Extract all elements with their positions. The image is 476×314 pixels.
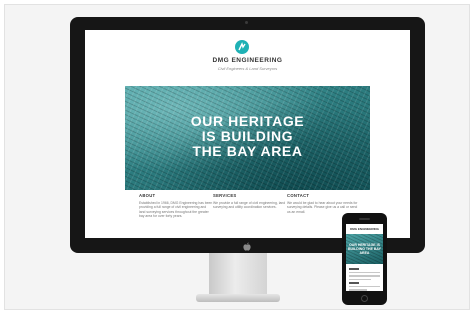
monitor-camera [245, 21, 248, 24]
phone-site-brand: DMG ENGINEERING [350, 227, 379, 231]
smartphone: DMG ENGINEERING OUR HERITAGE IS BUILDING… [342, 213, 387, 305]
phone-screen: DMG ENGINEERING OUR HERITAGE IS BUILDING… [346, 224, 383, 291]
apple-logo-icon [243, 242, 251, 251]
about-text: Established in 1966, DMG Engineering has… [139, 201, 213, 219]
services-column: SERVICES We provide a full range of civi… [213, 193, 287, 210]
monitor-stand-foot [196, 294, 280, 302]
phone-home-button [361, 295, 368, 302]
services-text: We provide a full range of civil enginee… [213, 201, 286, 210]
site-tagline: Civil Engineers & Land Surveyors [217, 66, 278, 71]
hero-title: OUR HERITAGE IS BUILDING THE BAY AREA [125, 114, 370, 159]
hero-line-3: THE BAY AREA [192, 143, 303, 159]
hero-line-2: IS BUILDING [201, 128, 294, 144]
site-brand: DMG ENGINEERING [212, 57, 283, 64]
contact-column: CONTACT We would be glad to hear about y… [287, 193, 361, 214]
contact-heading: CONTACT [287, 193, 310, 198]
site-header: DMG ENGINEERING Civil Engineers & Land S… [85, 30, 410, 86]
services-heading: SERVICES [213, 193, 237, 198]
phone-hero-title: OUR HERITAGE IS BUILDING THE BAY AREA [348, 243, 381, 255]
about-column: ABOUT Established in 1966, DMG Engineeri… [139, 193, 213, 219]
monitor-screen: DMG ENGINEERING Civil Engineers & Land S… [85, 30, 410, 238]
about-heading: ABOUT [139, 193, 156, 198]
hero-banner: OUR HERITAGE IS BUILDING THE BAY AREA [125, 86, 370, 190]
hero-line-1: OUR HERITAGE [190, 113, 305, 129]
phone-hero-banner: OUR HERITAGE IS BUILDING THE BAY AREA [346, 234, 383, 264]
monitor-stand-neck [209, 253, 267, 297]
phone-speaker [359, 218, 370, 220]
phone-text-lines [349, 268, 380, 291]
info-columns: ABOUT Established in 1966, DMG Engineeri… [125, 193, 370, 238]
brand-logo-icon [235, 40, 249, 54]
